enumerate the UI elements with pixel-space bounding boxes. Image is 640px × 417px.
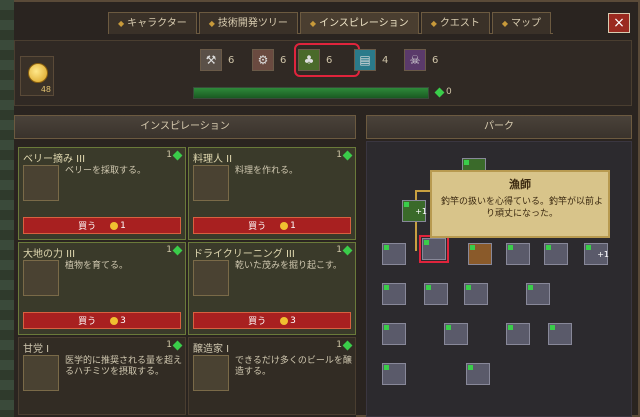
honey-icon	[23, 355, 59, 391]
wheat-icon: ♣	[298, 49, 320, 71]
tab-dot-icon: ◆	[208, 18, 215, 28]
gem-icon	[424, 240, 429, 245]
inspiration-header: インスピレーション	[14, 115, 356, 139]
bush-icon	[193, 260, 229, 296]
buy-button[interactable]: 買う 1	[193, 217, 351, 234]
gem-icon	[172, 340, 183, 350]
coin-icon	[280, 316, 289, 325]
bread-icon	[193, 165, 229, 201]
buy-button[interactable]: 買う 3	[193, 312, 351, 329]
tab-bar: ◆ キャラクター ◆ 技術開発ツリー ◆ インスピレーション ◆ クエスト ◆ マップ	[108, 12, 553, 34]
perk-node[interactable]	[382, 323, 406, 345]
gem-icon	[384, 245, 389, 250]
close-button[interactable]: ×	[608, 13, 630, 33]
card-earth-power: 大地の力 III 1 植物を育てる。 買う 3	[18, 242, 186, 335]
tab-character[interactable]: ◆ キャラクター	[108, 12, 197, 34]
coin-icon	[110, 316, 119, 325]
currency-box: 48	[20, 56, 54, 96]
background-strip	[0, 0, 14, 417]
hammer-icon: ⚒	[200, 49, 222, 71]
perk-node[interactable]	[444, 323, 468, 345]
gem-icon	[466, 285, 471, 290]
tab-dot-icon: ◆	[118, 18, 125, 28]
card-brewer: 醸造家 I 1 できるだけ多くのビールを醸造する。	[188, 337, 356, 415]
progress-fill	[194, 88, 428, 98]
perk-node[interactable]	[382, 283, 406, 305]
perk-node[interactable]	[548, 323, 572, 345]
perk-node[interactable]	[466, 363, 490, 385]
gem-icon	[508, 245, 513, 250]
gear-icon: ⚙	[252, 49, 274, 71]
card-cook: 料理人 II 1 料理を作れる。 買う 1	[188, 147, 356, 240]
gem-icon	[172, 245, 183, 255]
gem-icon	[384, 285, 389, 290]
gem-icon	[470, 245, 475, 250]
gem-icon	[464, 160, 469, 165]
book-icon: ▤	[354, 49, 376, 71]
perk-node[interactable]	[526, 283, 550, 305]
perk-node[interactable]	[464, 283, 488, 305]
buy-button[interactable]: 買う 1	[23, 217, 181, 234]
tab-inspiration[interactable]: ◆ インスピレーション	[299, 12, 419, 34]
wheat-icon	[23, 260, 59, 296]
perk-node[interactable]	[506, 323, 530, 345]
gem-icon	[586, 245, 591, 250]
card-berry-picking: ベリー摘み III 1 ベリーを採取する。 買う 1	[18, 147, 186, 240]
gem-icon	[508, 325, 513, 330]
perk-node[interactable]	[544, 243, 568, 265]
coin-icon	[110, 221, 119, 230]
perk-node[interactable]	[468, 243, 492, 265]
perk-node[interactable]	[424, 283, 448, 305]
buy-button[interactable]: 買う 3	[23, 312, 181, 329]
perk-node[interactable]	[382, 363, 406, 385]
berries-icon	[23, 165, 59, 201]
tab-dot-icon: ◆	[430, 18, 437, 28]
gem-icon	[384, 325, 389, 330]
progress-bar	[193, 87, 429, 99]
gem-icon	[342, 245, 353, 255]
gem-icon	[434, 87, 445, 97]
gem-icon	[342, 150, 353, 160]
gem-icon	[528, 285, 533, 290]
tab-dot-icon: ◆	[309, 18, 317, 28]
gem-icon	[404, 202, 409, 207]
coin-icon	[28, 63, 48, 83]
card-dry-cleaning: ドライクリーニング III 1 乾いた茂みを掘り起こす。 買う 3	[188, 242, 356, 335]
perk-node[interactable]: +1	[584, 243, 609, 265]
tab-quest[interactable]: ◆ クエスト	[420, 12, 490, 34]
category-wheat[interactable]: ♣ 6	[294, 43, 360, 77]
currency-amount: 48	[40, 85, 51, 94]
gem-icon	[172, 150, 183, 160]
perk-node-fish[interactable]: +1	[402, 200, 427, 222]
gem-icon	[426, 285, 431, 290]
perk-node-fisher[interactable]	[419, 235, 449, 263]
coin-icon	[280, 221, 289, 230]
tab-dot-icon: ◆	[501, 18, 508, 28]
progress-value: 0	[434, 87, 452, 97]
gem-icon	[550, 325, 555, 330]
gem-icon	[384, 365, 389, 370]
perk-node[interactable]	[382, 243, 406, 265]
gem-icon	[446, 325, 451, 330]
perk-node[interactable]	[506, 243, 530, 265]
category-skull[interactable]: ☠ 6	[404, 47, 462, 73]
tab-tech-tree[interactable]: ◆ 技術開発ツリー	[198, 12, 298, 34]
perk-tooltip: 漁師 釣竿の扱いを心得ている。釣竿が以前より頑丈になった。	[430, 170, 610, 238]
perk-header: パーク	[366, 115, 632, 139]
gem-icon	[342, 340, 353, 350]
skull-icon: ☠	[404, 49, 426, 71]
gem-icon	[546, 245, 551, 250]
gem-icon	[468, 365, 473, 370]
card-sweet-tooth: 甘党 I 1 医学的に推奨される量を超えるハチミツを摂取する。	[18, 337, 186, 415]
tab-map[interactable]: ◆ マップ	[491, 12, 551, 34]
category-hammer[interactable]: ⚒ 6	[200, 47, 258, 73]
beer-icon	[193, 355, 229, 391]
